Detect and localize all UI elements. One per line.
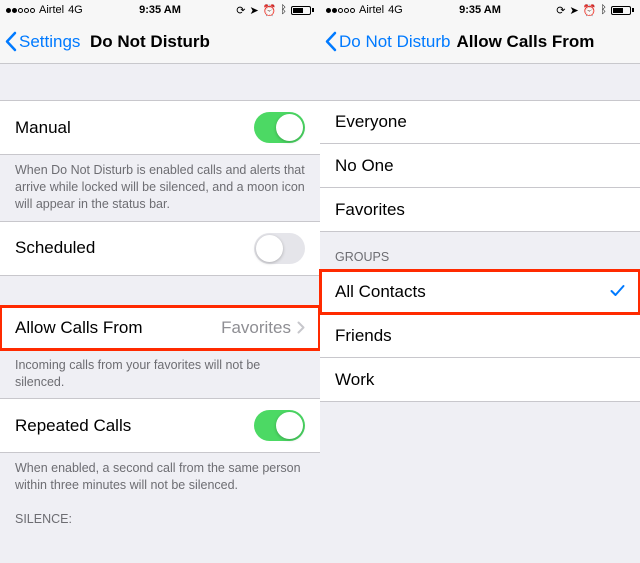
option-label: All Contacts xyxy=(335,282,426,302)
back-button[interactable]: Settings xyxy=(0,31,80,52)
option-label: Work xyxy=(335,370,374,390)
status-bar: Airtel 4G 9:35 AM ⟳ ➤ ⏰ ᛒ xyxy=(0,0,320,20)
option-everyone[interactable]: Everyone xyxy=(320,100,640,144)
allow-calls-from-footer: Incoming calls from your favorites will … xyxy=(0,350,320,399)
status-bar: Airtel 4G 9:35 AM ⟳ ➤ ⏰ ᛒ xyxy=(320,0,640,20)
allow-calls-from-value: Favorites xyxy=(221,318,291,338)
back-label: Settings xyxy=(19,32,80,52)
allow-calls-from-row[interactable]: Allow Calls From Favorites xyxy=(0,306,320,350)
back-label: Do Not Disturb xyxy=(339,32,450,52)
manual-footer: When Do Not Disturb is enabled calls and… xyxy=(0,155,320,221)
option-label: No One xyxy=(335,156,394,176)
repeated-calls-footer: When enabled, a second call from the sam… xyxy=(0,453,320,502)
option-favorites[interactable]: Favorites xyxy=(320,188,640,232)
nav-bar: Settings Do Not Disturb xyxy=(0,20,320,64)
manual-row[interactable]: Manual xyxy=(0,100,320,155)
scheduled-label: Scheduled xyxy=(15,238,95,258)
option-all-contacts[interactable]: All Contacts xyxy=(320,270,640,314)
repeated-calls-toggle[interactable] xyxy=(254,410,305,441)
groups-header: GROUPS xyxy=(320,232,640,270)
nav-bar: Do Not Disturb Allow Calls From xyxy=(320,20,640,64)
back-button[interactable]: Do Not Disturb xyxy=(320,31,450,52)
settings-dnd-pane: Airtel 4G 9:35 AM ⟳ ➤ ⏰ ᛒ Settings Do No… xyxy=(0,0,320,563)
option-work[interactable]: Work xyxy=(320,358,640,402)
option-label: Favorites xyxy=(335,200,405,220)
option-friends[interactable]: Friends xyxy=(320,314,640,358)
page-title: Allow Calls From xyxy=(456,32,594,52)
manual-toggle[interactable] xyxy=(254,112,305,143)
manual-label: Manual xyxy=(15,118,71,138)
allow-calls-from-pane: Airtel 4G 9:35 AM ⟳ ➤ ⏰ ᛒ Do Not Disturb… xyxy=(320,0,640,563)
chevron-left-icon xyxy=(324,31,337,52)
allow-calls-from-label: Allow Calls From xyxy=(15,318,143,338)
option-label: Everyone xyxy=(335,112,407,132)
scheduled-row[interactable]: Scheduled xyxy=(0,221,320,276)
repeated-calls-label: Repeated Calls xyxy=(15,416,131,436)
option-no-one[interactable]: No One xyxy=(320,144,640,188)
checkmark-icon xyxy=(610,282,625,302)
battery-icon xyxy=(291,6,314,15)
clock-label: 9:35 AM xyxy=(0,4,320,16)
chevron-left-icon xyxy=(4,31,17,52)
scheduled-toggle[interactable] xyxy=(254,233,305,264)
chevron-right-icon xyxy=(297,321,305,334)
battery-icon xyxy=(611,6,634,15)
repeated-calls-row[interactable]: Repeated Calls xyxy=(0,398,320,453)
page-title: Do Not Disturb xyxy=(90,32,210,52)
option-label: Friends xyxy=(335,326,392,346)
silence-header: SILENCE: xyxy=(0,502,320,532)
clock-label: 9:35 AM xyxy=(320,4,640,16)
